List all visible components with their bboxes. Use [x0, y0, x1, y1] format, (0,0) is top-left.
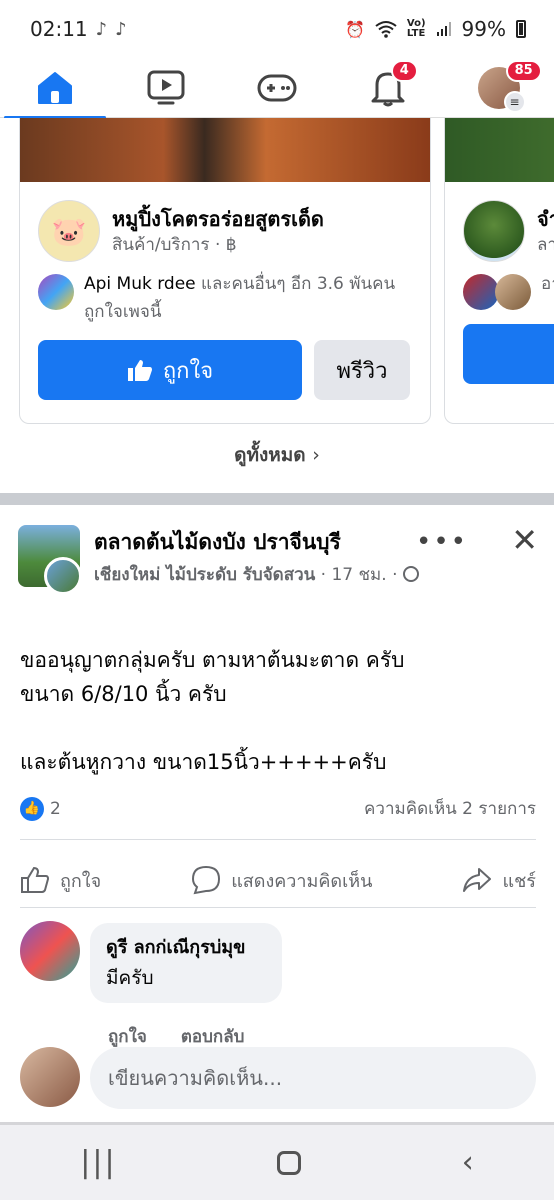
- comment-text: มีครับ: [106, 967, 154, 989]
- tab-watch[interactable]: [111, 58, 221, 118]
- home-icon: [38, 71, 73, 104]
- page-logo: [463, 200, 525, 262]
- page-cover-image: [445, 118, 554, 182]
- wifi-icon: [375, 21, 397, 38]
- like-label: ถูกใจ: [60, 870, 102, 892]
- page-cover-image: [20, 118, 430, 182]
- like-page-button[interactable]: [463, 324, 554, 384]
- post-author[interactable]: เชียงใหม่ ไม้ประดับ รับจัดสวน: [94, 565, 315, 585]
- mutual-likes-text: อา 75: [541, 274, 554, 294]
- status-bar: 02:11 ♪ ♪ ⏰ Vo) LTE 99%: [0, 0, 554, 58]
- tiktok-icon: ♪: [95, 18, 108, 40]
- more-options-icon[interactable]: •••: [416, 527, 468, 557]
- page-name[interactable]: จำ: [537, 205, 554, 233]
- friend-name: Api Muk rdee: [84, 274, 196, 294]
- tab-notifications[interactable]: 4: [333, 58, 443, 118]
- commenter-name[interactable]: ดูรี ลกก่เณีกุรบ่มุข: [106, 933, 266, 963]
- battery-level: 99%: [461, 17, 506, 41]
- gamepad-icon: [257, 74, 297, 101]
- alarm-icon: ⏰: [344, 19, 365, 39]
- thumbs-up-icon: [21, 866, 50, 893]
- see-all-link[interactable]: ดูทั้งหมด ›: [0, 440, 554, 470]
- like-reaction-icon: 👍: [20, 796, 44, 821]
- friend-avatar: [38, 274, 74, 310]
- comment-like-button[interactable]: ถูกใจ: [108, 1023, 147, 1050]
- clock: 02:11: [30, 17, 88, 41]
- comment-label: แสดงความคิดเห็น: [231, 870, 373, 892]
- tab-menu[interactable]: ≡ 85: [444, 58, 554, 118]
- reactions-row[interactable]: 👍 2 ความคิดเห็น 2 รายการ: [20, 795, 536, 822]
- author-avatar[interactable]: [44, 557, 82, 595]
- post-meta: เชียงใหม่ ไม้ประดับ รับจัดสวน · 17 ชม. ·: [94, 559, 424, 591]
- feed-divider: [0, 493, 554, 505]
- menu-icon: ≡: [503, 90, 526, 113]
- post-action-bar: ถูกใจ แสดงความคิดเห็น แชร์: [20, 855, 536, 905]
- comment-button[interactable]: แสดงความคิดเห็น: [191, 865, 372, 895]
- suggested-page-card[interactable]: 🐷 หมูปิ้งโคตรอร่อยสูตรเด็ด สินค้า/บริการ…: [19, 118, 431, 424]
- notification-badge: 4: [390, 59, 418, 82]
- separator: [20, 839, 536, 840]
- see-all-label: ดูทั้งหมด: [234, 444, 306, 466]
- reaction-count: 2: [50, 798, 61, 819]
- separator: [20, 907, 536, 908]
- home-button-icon[interactable]: [277, 1150, 302, 1175]
- friend-avatar: [463, 274, 499, 310]
- thumbs-up-icon: [127, 360, 152, 381]
- close-icon[interactable]: ✕: [511, 521, 538, 559]
- group-post: ตลาดต้นไม้ดงบัง ปราจีนบุรี เชียงใหม่ ไม้…: [0, 505, 554, 1120]
- post-header: ตลาดต้นไม้ดงบัง ปราจีนบุรี เชียงใหม่ ไม้…: [18, 521, 538, 625]
- globe-icon: [402, 566, 419, 582]
- my-avatar: [20, 1047, 80, 1107]
- preview-button[interactable]: พรีวิว: [314, 340, 410, 400]
- share-label: แชร์: [502, 870, 536, 892]
- post-time: · 17 ชม. ·: [315, 565, 403, 585]
- recents-icon[interactable]: |||: [80, 1145, 116, 1180]
- commenter-avatar[interactable]: [20, 921, 80, 981]
- comment-icon: [192, 865, 221, 895]
- group-name[interactable]: ตลาดต้นไม้ดงบัง ปราจีนบุรี: [94, 527, 341, 557]
- menu-badge: 85: [505, 59, 542, 82]
- suggested-page-card[interactable]: จำ ลา อา 75: [444, 118, 554, 424]
- share-icon: [463, 868, 492, 892]
- chevron-right-icon: ›: [312, 444, 320, 466]
- signal-icon: [436, 22, 451, 36]
- tab-gaming[interactable]: [222, 58, 332, 118]
- page-category: ลา: [537, 235, 554, 255]
- like-button[interactable]: ถูกใจ: [20, 866, 101, 895]
- mutual-likes-text: Api Muk rdee และคนอื่นๆ อีก 3.6 พันคนถูก…: [84, 270, 412, 326]
- comment-bubble[interactable]: ดูรี ลกก่เณีกุรบ่มุข มีครับ: [90, 923, 282, 1003]
- page-logo: 🐷: [38, 200, 100, 262]
- tiktok-icon: ♪: [115, 18, 127, 40]
- battery-icon: [516, 20, 526, 38]
- back-icon[interactable]: ‹: [462, 1145, 474, 1180]
- page-name[interactable]: หมูปิ้งโคตรอร่อยสูตรเด็ด: [112, 205, 324, 233]
- tab-home[interactable]: [0, 58, 110, 119]
- comment-reply-button[interactable]: ตอบกลับ: [181, 1023, 245, 1050]
- post-text: ขออนุญาตกลุ่มครับ ตามหาต้นมะตาด ครับ ขนา…: [20, 648, 405, 774]
- top-nav: 4 ≡ 85: [0, 58, 554, 119]
- page-category: สินค้า/บริการ · ฿: [112, 235, 237, 255]
- comment-actions: ถูกใจ ตอบกลับ: [108, 1023, 244, 1050]
- write-comment-row: เขียนความคิดเห็น...: [20, 1047, 540, 1109]
- comment-count[interactable]: ความคิดเห็น 2 รายการ: [364, 795, 536, 822]
- system-nav-bar: ||| ‹: [0, 1122, 554, 1200]
- suggested-pages-carousel[interactable]: 🐷 หมูปิ้งโคตรอร่อยสูตรเด็ด สินค้า/บริการ…: [0, 118, 554, 493]
- volte-icon: Vo) LTE: [406, 18, 426, 39]
- video-icon: [147, 70, 185, 104]
- like-page-button[interactable]: ถูกใจ: [38, 340, 302, 400]
- friend-avatar: [495, 274, 531, 310]
- comment-input[interactable]: เขียนความคิดเห็น...: [90, 1047, 536, 1109]
- share-button[interactable]: แชร์: [462, 866, 536, 895]
- like-button-label: ถูกใจ: [162, 358, 214, 384]
